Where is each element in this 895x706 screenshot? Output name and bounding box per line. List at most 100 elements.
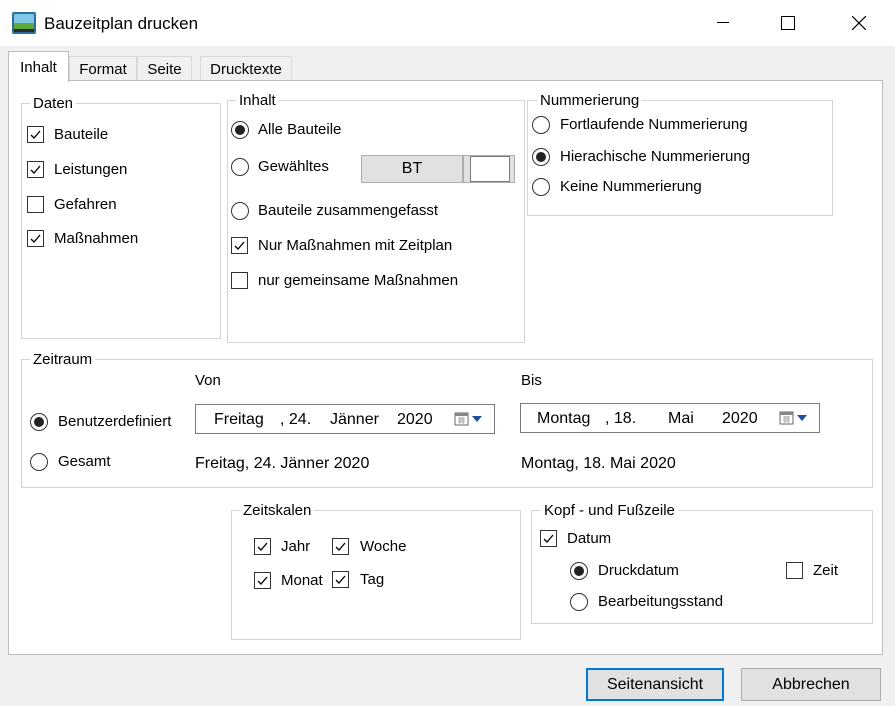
benutzerdefiniert-label: Benutzerdefiniert [58,413,172,430]
gesamt-label: Gesamt [58,453,111,470]
woche-checkbox[interactable] [332,538,349,555]
woche-label: Woche [360,538,407,555]
bauteile-checkbox[interactable] [27,126,44,143]
bt-button-label: BT [401,160,423,177]
zeit-label: Zeit [813,562,839,579]
benutzerdefiniert-radio[interactable] [30,413,48,431]
jahr-checkbox[interactable] [254,538,271,555]
hierachisch-label: Hierachische Nummerierung [560,148,751,165]
tab-label: Drucktexte [210,61,282,78]
von-date-picker[interactable]: Freitag , 24. Jänner 2020 [195,404,495,434]
checkmark-icon [257,542,268,551]
jahr-label: Jahr [281,538,311,555]
bis-month[interactable]: Mai [668,410,694,428]
gewaehltes-label: Gewähltes [258,158,329,175]
massnahmen-label: Maßnahmen [54,230,139,247]
inhalt-legend: Inhalt [236,92,279,109]
checkmark-icon [30,165,41,174]
von-weekday[interactable]: Freitag [214,411,264,429]
bis-weekday[interactable]: Montag [537,410,590,428]
close-button[interactable] [829,0,889,46]
window-title: Bauzeitplan drucken [44,14,199,33]
calendar-dropdown-icon[interactable] [779,411,815,425]
keine-radio[interactable] [532,178,550,196]
bearbeitungsstand-radio[interactable] [570,593,588,611]
nur-zeitplan-label: Nur Maßnahmen mit Zeitplan [258,237,453,254]
seitenansicht-button[interactable]: Seitenansicht [586,668,724,701]
radio-dot [235,125,245,135]
datum-label: Datum [567,530,612,547]
checkmark-icon [543,534,554,543]
bis-long-date: Montag, 18. Mai 2020 [521,455,676,472]
abbrechen-label: Abbrechen [772,675,850,693]
bis-day[interactable]: , 18. [605,410,636,428]
calendar-dropdown-icon[interactable] [454,412,490,426]
bearbeitungsstand-label: Bearbeitungsstand [598,593,724,610]
alle-bauteile-label: Alle Bauteile [258,121,342,138]
bauteile-label: Bauteile [54,126,109,143]
von-month[interactable]: Jänner [330,411,379,429]
gefahren-label: Gefahren [54,196,117,213]
tab-drucktexte[interactable]: Drucktexte [200,56,292,82]
radio-dot [536,152,546,162]
abbrechen-button[interactable]: Abbrechen [741,668,881,701]
monat-checkbox[interactable] [254,572,271,589]
tab-label: Inhalt [20,58,57,76]
von-long-date: Freitag, 24. Jänner 2020 [195,455,370,472]
radio-dot [574,566,584,576]
zeitskalen-legend: Zeitskalen [240,502,315,519]
von-day[interactable]: , 24. [280,411,311,429]
kopf-fusszeile-legend: Kopf - und Fußzeile [541,502,678,519]
leistungen-checkbox[interactable] [27,161,44,178]
checkmark-icon [30,130,41,139]
bt-button[interactable]: BT [361,155,463,183]
bis-label: Bis [521,372,542,389]
app-icon [12,12,36,34]
von-label: Von [195,372,221,389]
bt-value-input[interactable] [470,156,510,182]
fortlaufend-radio[interactable] [532,116,550,134]
tab-label: Format [79,61,127,78]
hierachisch-radio[interactable] [532,148,550,166]
von-year[interactable]: 2020 [397,411,433,429]
checkmark-icon [335,575,346,584]
monat-label: Monat [281,572,323,589]
nur-gemeinsame-checkbox[interactable] [231,272,248,289]
tab-format[interactable]: Format [69,56,137,82]
checkmark-icon [257,576,268,585]
datum-checkbox[interactable] [540,530,557,547]
gesamt-radio[interactable] [30,453,48,471]
tab-label: Seite [147,61,182,78]
checkmark-icon [234,241,245,250]
druckdatum-radio[interactable] [570,562,588,580]
tag-checkbox[interactable] [332,571,349,588]
seitenansicht-label: Seitenansicht [606,675,704,693]
zeitraum-legend: Zeitraum [30,351,96,368]
daten-group [21,103,221,339]
checkmark-icon [335,542,346,551]
keine-label: Keine Nummerierung [560,178,702,195]
maximize-button[interactable] [758,0,818,46]
minimize-button[interactable] [693,0,753,46]
nummerierung-legend: Nummerierung [537,92,643,109]
daten-legend: Daten [30,95,77,112]
maximize-icon [781,16,795,30]
zeit-checkbox[interactable] [786,562,803,579]
massnahmen-checkbox[interactable] [27,230,44,247]
tab-seite[interactable]: Seite [137,56,192,82]
alle-bauteile-radio[interactable] [231,121,249,139]
checkmark-icon [30,234,41,243]
fortlaufend-label: Fortlaufende Nummerierung [560,116,748,133]
zusammengefasst-radio[interactable] [231,202,249,220]
gewaehltes-radio[interactable] [231,158,249,176]
tag-label: Tag [360,571,385,588]
nur-gemeinsame-label: nur gemeinsame Maßnahmen [258,272,459,289]
tab-inhalt[interactable]: Inhalt [8,51,69,82]
radio-dot [34,417,44,427]
leistungen-label: Leistungen [54,161,128,178]
nur-zeitplan-checkbox[interactable] [231,237,248,254]
close-icon [852,16,866,30]
gefahren-checkbox[interactable] [27,196,44,213]
bis-date-picker[interactable]: Montag , 18. Mai 2020 [520,403,820,433]
bis-year[interactable]: 2020 [722,410,758,428]
